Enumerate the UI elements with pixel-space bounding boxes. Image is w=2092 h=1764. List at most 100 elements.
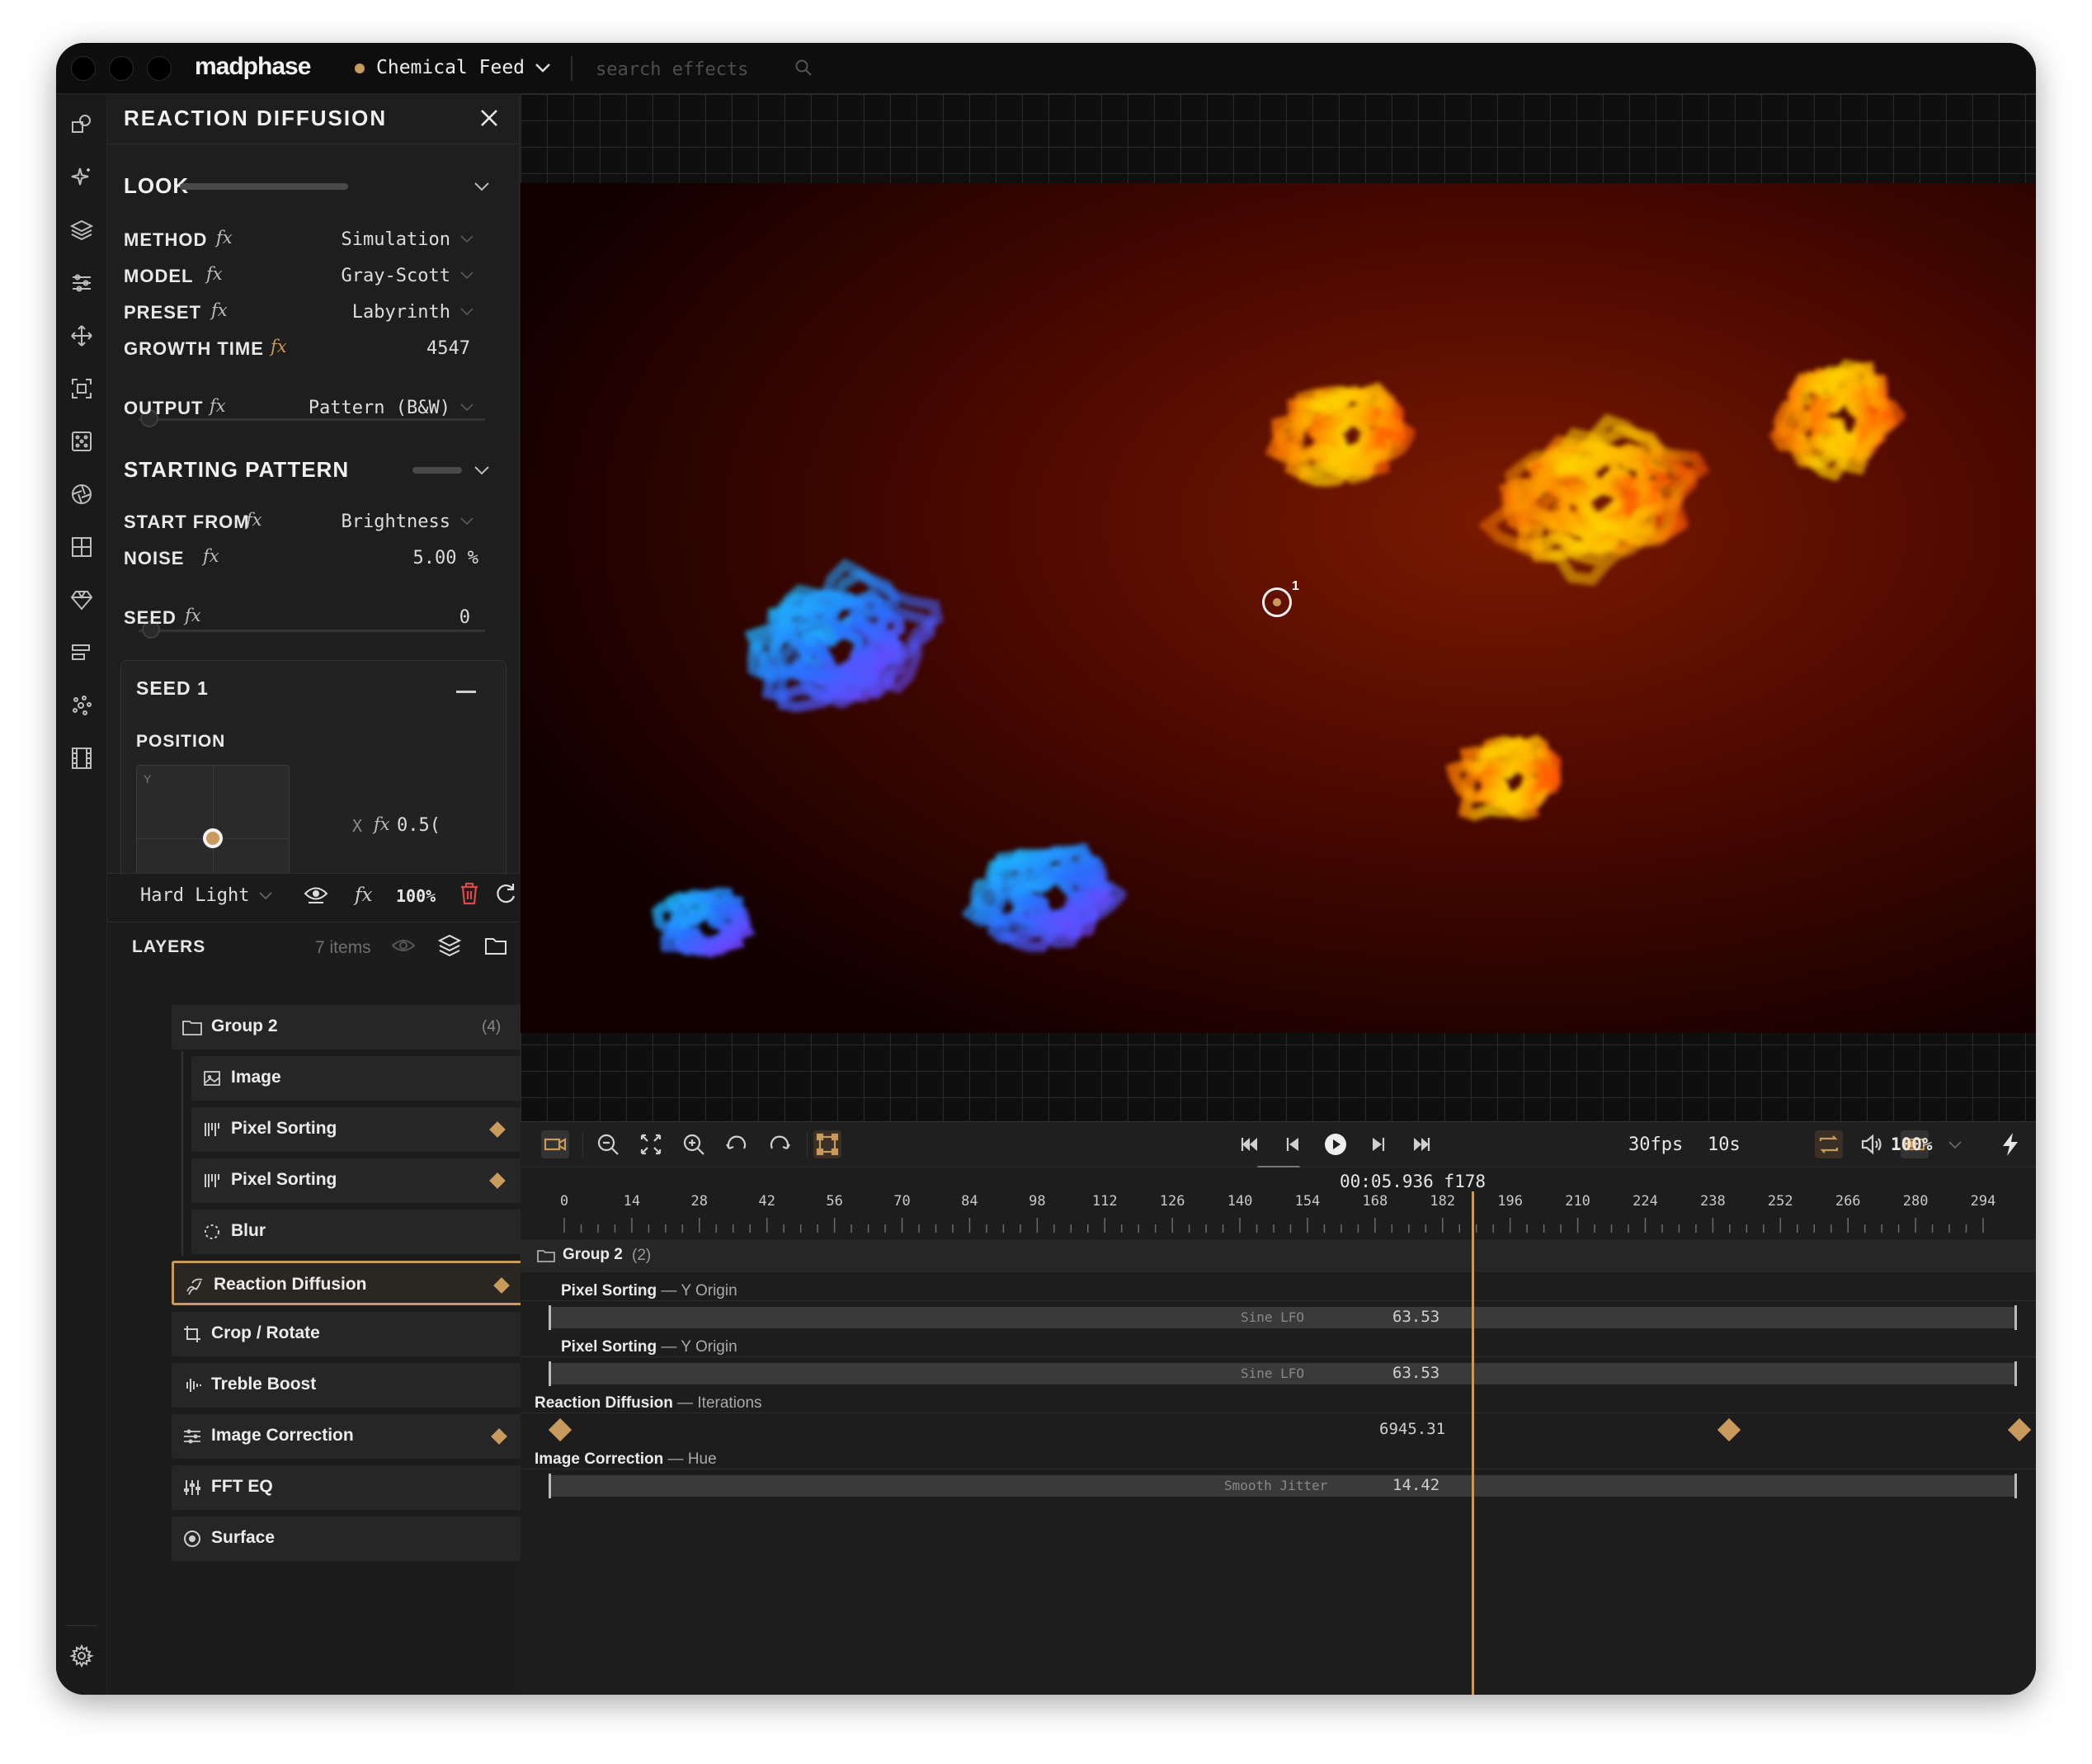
eye-icon[interactable] (304, 883, 328, 904)
chevron-down-icon[interactable] (472, 177, 492, 196)
output-select[interactable]: Pattern (B&W) (256, 398, 450, 418)
skip-start-icon[interactable] (1236, 1130, 1264, 1158)
fx-button[interactable]: fx (185, 606, 201, 625)
sliders-icon[interactable] (68, 269, 96, 297)
fx-button[interactable]: fx (216, 228, 233, 248)
lane-end-handle[interactable] (2014, 1361, 2017, 1386)
zoom-out-icon[interactable] (594, 1130, 622, 1158)
chevron-down-icon[interactable] (459, 399, 475, 416)
particles-icon[interactable] (68, 691, 96, 719)
layer-row[interactable]: Reaction Diffusion (172, 1261, 568, 1308)
x-value[interactable]: 0.5( (397, 815, 441, 836)
layers-icon[interactable] (68, 216, 96, 244)
window-minimize-button[interactable] (109, 56, 134, 81)
position-xy-pad[interactable]: Y (136, 765, 290, 873)
layer-row[interactable]: Image Correction (172, 1414, 571, 1459)
playhead[interactable] (1472, 1191, 1474, 1695)
collapse-icon[interactable] (456, 691, 476, 693)
chevron-down-icon[interactable] (459, 267, 475, 284)
layer-row[interactable]: Image (191, 1056, 569, 1101)
close-icon[interactable] (475, 104, 503, 132)
chevron-down-icon[interactable] (459, 231, 475, 248)
settings-icon[interactable] (68, 1642, 96, 1670)
project-name-dropdown[interactable]: Chemical Feed (376, 57, 525, 78)
fit-icon[interactable] (637, 1130, 665, 1158)
search-input[interactable] (596, 56, 876, 83)
noise-slider[interactable] (139, 630, 485, 632)
opacity-value[interactable]: 100% (396, 886, 436, 906)
reset-icon[interactable] (493, 881, 518, 906)
eye-icon[interactable] (391, 936, 416, 955)
layer-row[interactable]: Blur (191, 1210, 569, 1254)
window-close-button[interactable] (71, 56, 96, 81)
fx-button[interactable]: fx (374, 814, 390, 834)
trash-icon[interactable] (459, 881, 480, 906)
search-icon[interactable] (794, 58, 813, 78)
fx-button[interactable]: fx (355, 884, 372, 906)
undo-icon[interactable] (723, 1130, 751, 1158)
step-forward-icon[interactable] (1364, 1130, 1392, 1158)
blend-mode-select[interactable]: Hard Light (140, 885, 249, 906)
window-maximize-button[interactable] (147, 56, 172, 81)
redo-icon[interactable] (766, 1130, 794, 1158)
start-from-select[interactable]: Brightness (272, 512, 450, 532)
seed-value[interactable]: 0 (388, 607, 470, 628)
layer-row[interactable]: FFT EQ (172, 1465, 571, 1510)
chevron-down-icon[interactable] (459, 304, 475, 320)
crop-frame-icon[interactable] (68, 375, 96, 403)
timeline-group-row[interactable] (521, 1239, 2036, 1272)
volume-icon[interactable] (1858, 1130, 1886, 1158)
zoom-select[interactable]: 100% (1891, 1134, 1933, 1154)
layer-row[interactable]: Crop / Rotate (172, 1312, 571, 1356)
fx-button[interactable]: fx (203, 546, 219, 566)
fx-button[interactable]: fx (246, 510, 262, 530)
chevron-down-icon[interactable] (257, 888, 274, 904)
model-select[interactable]: Gray-Scott (272, 266, 450, 286)
play-button-icon[interactable] (1322, 1130, 1350, 1158)
method-select[interactable]: Simulation (272, 229, 450, 250)
chevron-down-icon[interactable] (459, 513, 475, 530)
stack-icon[interactable] (437, 932, 462, 959)
aperture-icon[interactable] (68, 480, 96, 508)
move-icon[interactable] (68, 322, 96, 350)
grid-icon[interactable] (68, 533, 96, 561)
new-folder-icon[interactable] (483, 934, 508, 957)
layer-row[interactable]: Pixel Sorting (191, 1158, 569, 1203)
fps-select[interactable]: 30fps (1628, 1134, 1683, 1155)
loop-icon[interactable] (1815, 1130, 1843, 1158)
layer-row[interactable]: Surface (172, 1516, 571, 1561)
lane-end-handle[interactable] (2014, 1474, 2017, 1498)
layer-row[interactable]: Treble Boost (172, 1363, 571, 1408)
chevron-down-icon[interactable] (1947, 1137, 1963, 1153)
bounding-box-icon[interactable] (813, 1130, 841, 1158)
fx-button[interactable]: fx (206, 264, 223, 284)
duration-select[interactable]: 10s (1708, 1134, 1741, 1155)
camera-icon[interactable] (541, 1130, 569, 1158)
chevron-down-icon[interactable] (472, 460, 492, 480)
lightning-icon[interactable] (1996, 1130, 2024, 1158)
noise-value[interactable]: 5.00 % (355, 548, 478, 568)
growth-time-value[interactable]: 4547 (355, 338, 470, 359)
position-knob[interactable] (203, 828, 223, 848)
lane-start-handle[interactable] (549, 1474, 551, 1498)
lane-end-handle[interactable] (2014, 1305, 2017, 1330)
chevron-down-icon[interactable] (533, 58, 553, 78)
preset-select[interactable]: Labyrinth (272, 302, 450, 323)
lane-start-handle[interactable] (549, 1361, 551, 1386)
fx-button-active[interactable]: fx (271, 337, 287, 356)
fx-button[interactable]: fx (211, 300, 228, 320)
dice-icon[interactable] (68, 427, 96, 455)
fx-button[interactable]: fx (210, 396, 226, 416)
layer-row[interactable]: Pixel Sorting (191, 1107, 569, 1152)
lane-start-handle[interactable] (549, 1305, 551, 1330)
skip-end-icon[interactable] (1407, 1130, 1435, 1158)
sparkle-icon[interactable] (68, 163, 96, 191)
layer-group-row[interactable]: Group 2 (4) (172, 1005, 571, 1049)
zoom-in-icon[interactable] (680, 1130, 708, 1158)
shapes-icon[interactable] (68, 111, 96, 139)
step-back-icon[interactable] (1279, 1130, 1307, 1158)
timeline-ruler[interactable] (548, 1218, 2001, 1233)
align-icon[interactable] (68, 639, 96, 667)
film-icon[interactable] (68, 744, 96, 772)
gem-icon[interactable] (68, 586, 96, 614)
